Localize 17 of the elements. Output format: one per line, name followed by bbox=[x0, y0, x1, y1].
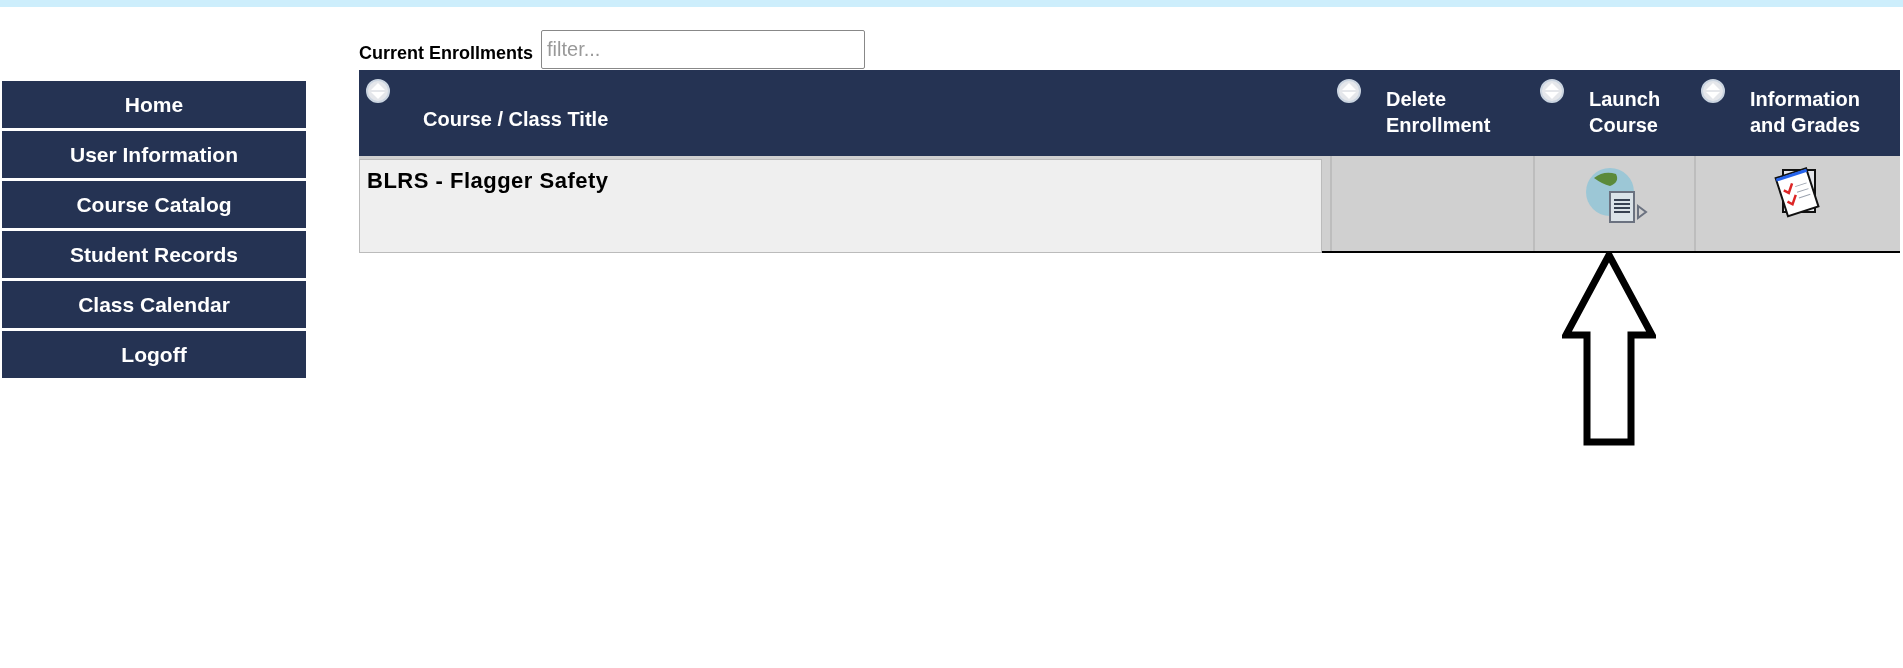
nav-button[interactable]: Student Records bbox=[2, 231, 306, 278]
sort-icon[interactable] bbox=[1539, 78, 1565, 104]
nav-button[interactable]: User Information bbox=[2, 131, 306, 178]
column-header[interactable]: Launch Course bbox=[1589, 86, 1694, 138]
section-label: Current Enrollments bbox=[359, 42, 534, 65]
nav-button[interactable]: Logoff bbox=[2, 331, 306, 378]
nav-button[interactable]: Course Catalog bbox=[2, 181, 306, 228]
sort-icon[interactable] bbox=[365, 78, 391, 104]
sort-icon[interactable] bbox=[1336, 78, 1362, 104]
nav-button[interactable]: Home bbox=[2, 81, 306, 128]
column-header[interactable]: Information and Grades bbox=[1750, 86, 1880, 138]
table-cell: BLRS - Flagger Safety bbox=[359, 159, 1322, 253]
nav-button[interactable]: Class Calendar bbox=[2, 281, 306, 328]
sort-icon[interactable] bbox=[1700, 78, 1726, 104]
filter-field[interactable]: filter... bbox=[541, 30, 866, 69]
column-header[interactable]: Delete Enrollment bbox=[1386, 86, 1516, 138]
column-header[interactable]: Course / Class Title bbox=[423, 104, 609, 134]
